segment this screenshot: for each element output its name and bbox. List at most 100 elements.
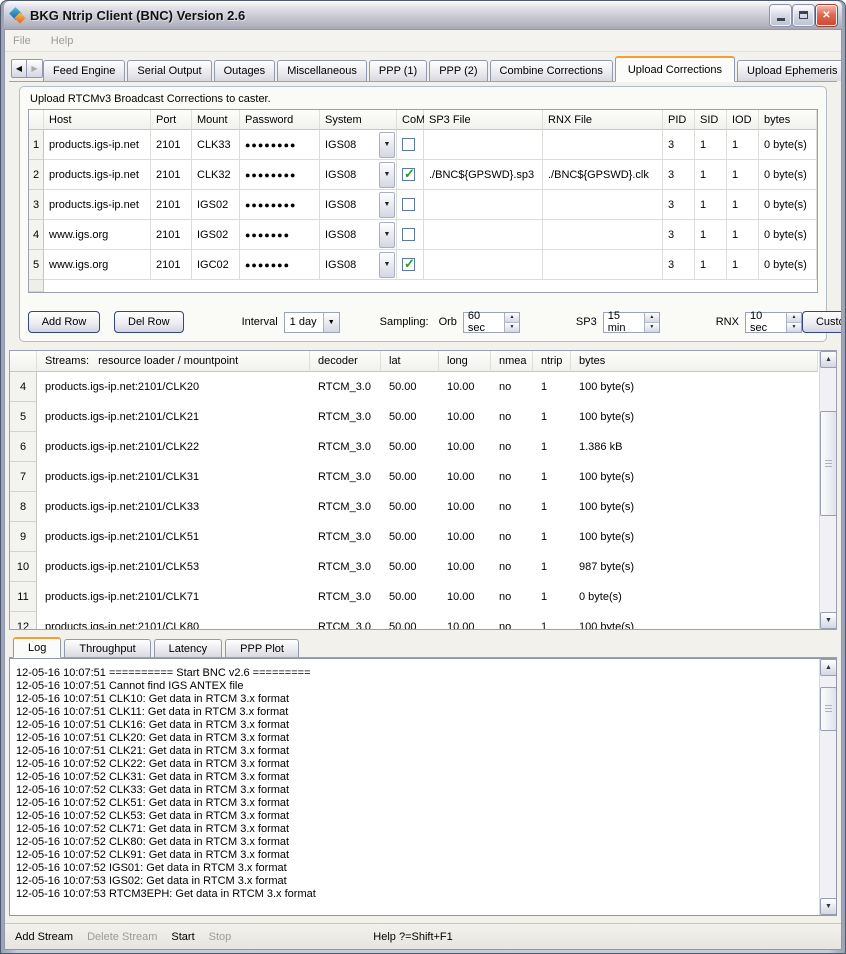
port-cell[interactable]: 2101 [151,130,192,160]
sid-cell[interactable]: 1 [695,160,727,190]
password-cell[interactable]: ●●●●●●●● [240,190,320,220]
tab-scroll-right-icon[interactable]: ▶ [27,59,43,78]
del-row-button[interactable]: Del Row [114,311,184,333]
decoder-cell[interactable]: RTCM_3.0 [310,582,381,612]
rnx-spinner[interactable]: 10 sec ▲▼ [745,312,802,333]
chevron-down-icon[interactable]: ▼ [379,192,395,218]
pid-cell[interactable]: 3 [663,130,695,160]
column-header[interactable]: Streams: resource loader / mountpoint [37,351,310,372]
mountpoint-cell[interactable]: products.igs-ip.net:2101/CLK51 [37,522,310,552]
sp3-file-cell[interactable] [424,130,543,160]
scrollbar-thumb[interactable] [820,687,837,731]
column-header[interactable]: RNX File [543,110,663,130]
port-cell[interactable]: 2101 [151,160,192,190]
main-tab[interactable]: Outages [214,60,276,81]
long-cell[interactable]: 10.00 [439,372,491,402]
long-cell[interactable]: 10.00 [439,522,491,552]
column-header[interactable]: bytes [571,351,818,372]
mount-cell[interactable]: IGS02 [192,190,240,220]
orb-spinner[interactable]: 60 sec ▲▼ [463,312,520,333]
column-header[interactable]: System [320,110,397,130]
decoder-cell[interactable]: RTCM_3.0 [310,552,381,582]
column-header[interactable]: Password [240,110,320,130]
pid-cell[interactable]: 3 [663,220,695,250]
row-number[interactable]: 5 [10,402,37,432]
decoder-cell[interactable]: RTCM_3.0 [310,492,381,522]
chevron-down-icon[interactable]: ▼ [379,162,395,188]
sp3-file-cell[interactable] [424,190,543,220]
lat-cell[interactable]: 50.00 [381,492,439,522]
nmea-cell[interactable]: no [491,612,533,630]
ntrip-cell[interactable]: 1 [533,462,571,492]
iod-cell[interactable]: 1 [727,220,759,250]
minimize-button[interactable] [770,5,791,26]
column-header[interactable]: Port [151,110,192,130]
ntrip-cell[interactable]: 1 [533,582,571,612]
password-cell[interactable]: ●●●●●●●● [240,130,320,160]
port-cell[interactable]: 2101 [151,190,192,220]
iod-cell[interactable]: 1 [727,160,759,190]
column-header[interactable]: CoM [397,110,424,130]
main-tab[interactable]: Upload Ephemeris [737,60,841,81]
com-checkbox[interactable] [402,228,415,241]
main-tab[interactable]: PPP (1) [369,60,427,81]
mount-cell[interactable]: IGC02 [192,250,240,280]
sid-cell[interactable]: 1 [695,190,727,220]
nmea-cell[interactable]: no [491,582,533,612]
com-checkbox[interactable] [402,138,415,151]
mount-cell[interactable]: IGS02 [192,220,240,250]
sid-cell[interactable]: 1 [695,130,727,160]
iod-cell[interactable]: 1 [727,130,759,160]
chevron-down-icon[interactable]: ▼ [379,132,395,158]
column-header[interactable]: ntrip [533,351,571,372]
system-combobox[interactable]: IGS08 ▼ [320,250,397,280]
main-tab[interactable]: Upload Corrections [615,56,735,82]
lat-cell[interactable]: 50.00 [381,612,439,630]
column-header[interactable]: SID [695,110,727,130]
scroll-down-icon[interactable]: ▼ [820,612,837,629]
log-tab[interactable]: Log [13,637,61,658]
host-cell[interactable]: www.igs.org [44,220,151,250]
sp3-spinner[interactable]: 15 min ▲▼ [603,312,660,333]
decoder-cell[interactable]: RTCM_3.0 [310,432,381,462]
lat-cell[interactable]: 50.00 [381,372,439,402]
lat-cell[interactable]: 50.00 [381,402,439,432]
host-cell[interactable]: products.igs-ip.net [44,130,151,160]
menu-help[interactable]: Help [51,35,74,47]
chevron-down-icon[interactable]: ▼ [379,252,395,278]
main-tab[interactable]: PPP (2) [429,60,487,81]
ntrip-cell[interactable]: 1 [533,612,571,630]
tab-scroll-left-icon[interactable]: ◀ [11,59,27,78]
pid-cell[interactable]: 3 [663,190,695,220]
ntrip-cell[interactable]: 1 [533,432,571,462]
row-number[interactable]: 6 [10,432,37,462]
mountpoint-cell[interactable]: products.igs-ip.net:2101/CLK21 [37,402,310,432]
pid-cell[interactable]: 3 [663,250,695,280]
main-tab[interactable]: Serial Output [127,60,211,81]
sid-cell[interactable]: 1 [695,220,727,250]
port-cell[interactable]: 2101 [151,250,192,280]
lat-cell[interactable]: 50.00 [381,582,439,612]
nmea-cell[interactable]: no [491,522,533,552]
column-header[interactable]: nmea [491,351,533,372]
sp3-file-cell[interactable] [424,220,543,250]
spinner-arrows-icon[interactable]: ▲▼ [786,313,801,332]
chevron-down-icon[interactable]: ▼ [323,313,339,332]
spinner-arrows-icon[interactable]: ▲▼ [644,313,659,332]
streams-scrollbar[interactable]: ▲ ▼ [819,351,836,629]
main-tab[interactable]: Combine Corrections [490,60,613,81]
row-number[interactable]: 4 [10,372,37,402]
decoder-cell[interactable]: RTCM_3.0 [310,522,381,552]
sp3-file-cell[interactable]: ./BNC${GPSWD}.sp3 [424,160,543,190]
column-header[interactable]: decoder [310,351,381,372]
lat-cell[interactable]: 50.00 [381,522,439,552]
decoder-cell[interactable]: RTCM_3.0 [310,402,381,432]
rnx-file-cell[interactable] [543,190,663,220]
ntrip-cell[interactable]: 1 [533,522,571,552]
mount-cell[interactable]: CLK32 [192,160,240,190]
host-cell[interactable]: products.igs-ip.net [44,160,151,190]
rnx-file-cell[interactable] [543,250,663,280]
ntrip-cell[interactable]: 1 [533,402,571,432]
mount-cell[interactable]: CLK33 [192,130,240,160]
column-header[interactable]: bytes [759,110,817,130]
